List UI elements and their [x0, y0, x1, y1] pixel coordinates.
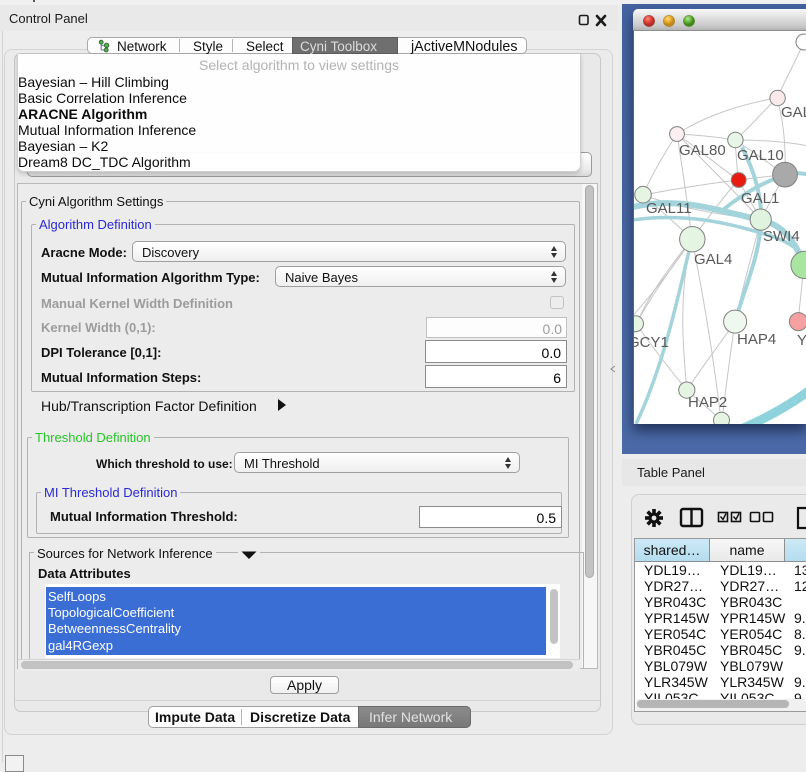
svg-text:Y: Y — [797, 332, 806, 349]
svg-text:GAL4: GAL4 — [694, 251, 732, 268]
svg-text:GAL10: GAL10 — [737, 147, 784, 164]
svg-text:GAL1: GAL1 — [741, 190, 779, 207]
svg-text:HAP2: HAP2 — [688, 394, 727, 411]
svg-text:GCY1: GCY1 — [634, 334, 669, 351]
svg-text:GAL7: GAL7 — [781, 104, 806, 121]
svg-text:SWI4: SWI4 — [763, 228, 800, 245]
svg-text:GAL80: GAL80 — [679, 142, 726, 159]
svg-text:HAP4: HAP4 — [737, 331, 776, 348]
svg-text:GAL11: GAL11 — [646, 200, 692, 217]
